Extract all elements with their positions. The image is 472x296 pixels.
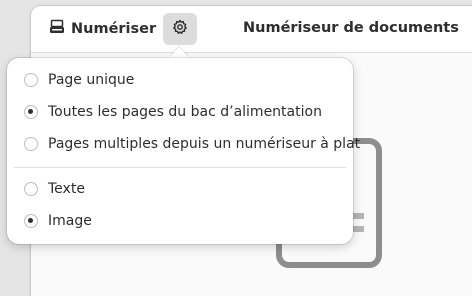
option-all-feeder-pages[interactable]: Toutes les pages du bac d’alimentation xyxy=(7,96,353,128)
option-label: Pages multiples depuis un numériseur à p… xyxy=(48,136,361,152)
option-image[interactable]: Image xyxy=(7,205,353,237)
scan-options-popover: Page unique Toutes les pages du bac d’al… xyxy=(7,58,360,244)
option-single-page[interactable]: Page unique xyxy=(7,64,353,96)
radio-all-feeder-pages[interactable] xyxy=(24,105,38,119)
scan-button[interactable]: Numériser xyxy=(39,13,166,45)
separator xyxy=(14,167,346,168)
option-multiple-flatbed[interactable]: Pages multiples depuis un numériseur à p… xyxy=(7,128,360,160)
option-label: Image xyxy=(48,213,92,229)
scan-button-label: Numériser xyxy=(71,21,157,37)
gear-icon xyxy=(172,19,188,39)
radio-text[interactable] xyxy=(24,182,38,196)
window-title: Numériseur de documents xyxy=(243,20,459,36)
radio-single-page[interactable] xyxy=(24,73,38,87)
settings-button[interactable] xyxy=(163,13,197,45)
option-text[interactable]: Texte xyxy=(7,173,353,205)
radio-image[interactable] xyxy=(24,214,38,228)
option-label: Texte xyxy=(48,181,85,197)
option-label: Page unique xyxy=(48,72,135,88)
scanner-icon xyxy=(49,19,65,39)
radio-multiple-flatbed[interactable] xyxy=(24,137,38,151)
option-label: Toutes les pages du bac d’alimentation xyxy=(48,104,322,120)
header-bar: Numériser Numériseur de documents xyxy=(31,6,472,53)
